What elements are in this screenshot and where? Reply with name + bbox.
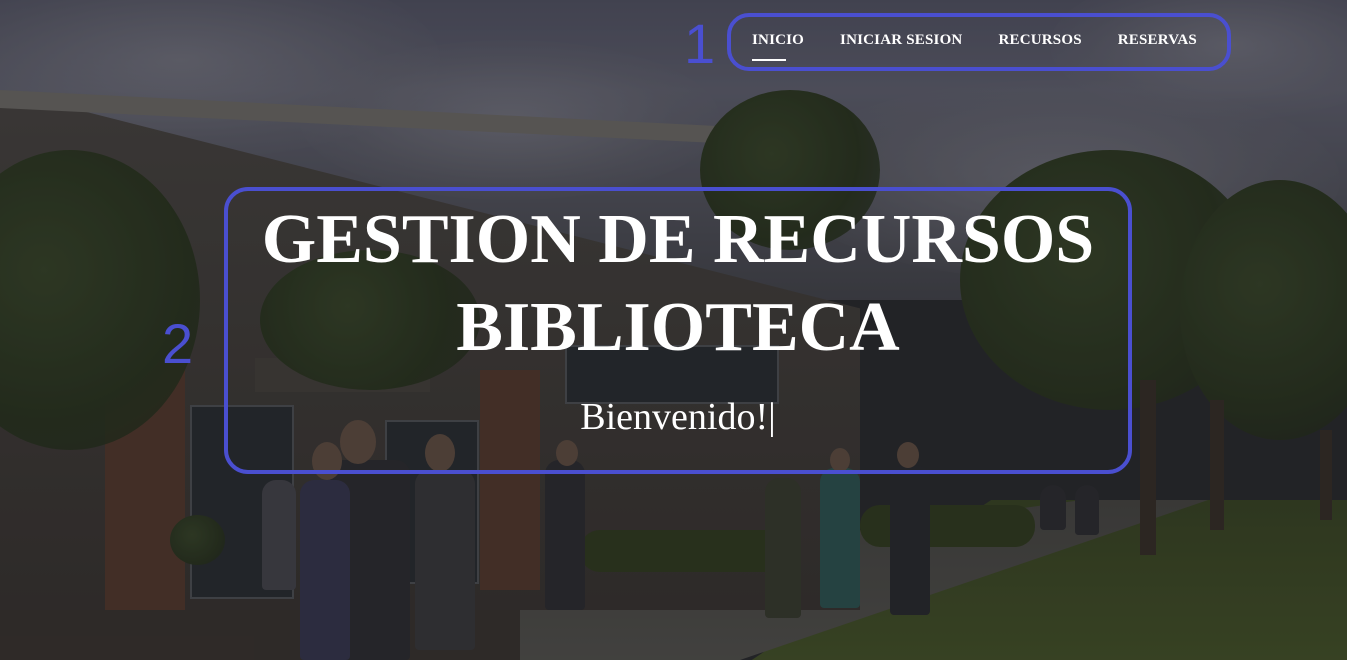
page-title: GESTION DE RECURSOS BIBLIOTECA — [224, 196, 1132, 372]
nav-item-recursos[interactable]: RECURSOS — [998, 32, 1081, 49]
hero-section: 1 INICIO INICIAR SESION RECURSOS RESERVA… — [0, 0, 1347, 660]
nav-item-inicio[interactable]: INICIO — [752, 32, 804, 61]
annotation-marker-2: 2 — [162, 312, 194, 375]
nav-item-reservas[interactable]: RESERVAS — [1118, 32, 1197, 49]
main-nav: INICIO INICIAR SESION RECURSOS RESERVAS — [752, 32, 1197, 61]
welcome-text: Bienvenido!| — [580, 396, 776, 438]
title-line-1: GESTION DE RECURSOS — [261, 201, 1095, 278]
nav-item-iniciar-sesion[interactable]: INICIAR SESION — [840, 32, 962, 49]
annotation-marker-1: 1 — [684, 12, 716, 75]
title-line-2: BIBLIOTECA — [456, 289, 900, 366]
